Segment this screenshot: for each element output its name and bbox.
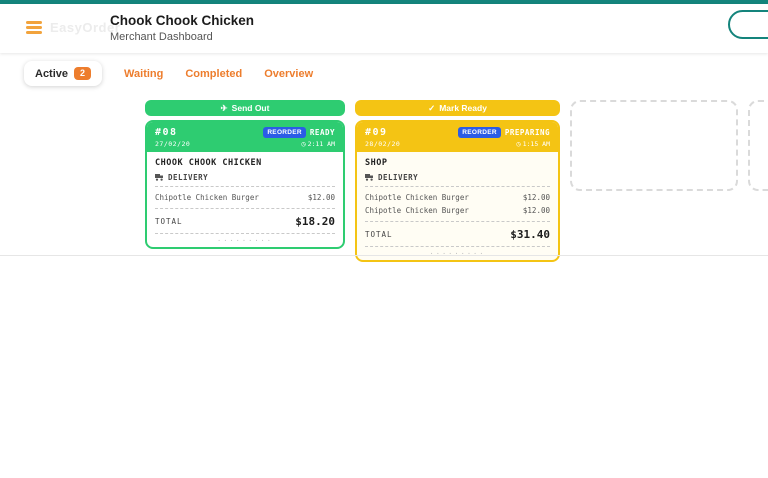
order-column-09: ✓ Mark Ready #09 REORDER PREPARING 28/02… [355, 100, 560, 262]
page-title: Chook Chook Chicken [110, 13, 255, 28]
header-corner-button[interactable] [728, 10, 768, 39]
total-label: TOTAL [155, 217, 183, 226]
order-item: Chipotle Chicken Burger $12.00 [365, 191, 550, 204]
vendor-name: SHOP [365, 158, 388, 168]
section-divider [0, 255, 768, 256]
mark-ready-button[interactable]: ✓ Mark Ready [355, 100, 560, 116]
fulfillment-label: DELIVERY [378, 173, 419, 182]
order-card-body: CHOOK CHOOK CHICKEN DELIVERY Chipotle Ch… [147, 152, 343, 247]
order-number: #08 [155, 127, 178, 138]
hamburger-menu-icon[interactable] [26, 21, 42, 35]
order-card-body: SHOP DELIVERY Chipotle Chicken Burger $1… [357, 152, 558, 260]
send-icon: ✈ [220, 102, 228, 113]
header-title-block: Chook Chook Chicken Merchant Dashboard [110, 13, 254, 43]
order-status: READY [309, 128, 335, 137]
active-count-badge: 2 [74, 67, 92, 80]
tab-active[interactable]: Active 2 [24, 61, 103, 86]
reorder-badge: REORDER [263, 127, 306, 138]
clock-icon: ◷ [516, 140, 521, 148]
divider [155, 186, 335, 187]
item-name: Chipotle Chicken Burger [155, 193, 259, 202]
item-name: Chipotle Chicken Burger [365, 206, 469, 215]
page-subtitle: Merchant Dashboard [110, 31, 213, 43]
delivery-icon [155, 174, 163, 181]
tab-completed[interactable]: Completed [185, 68, 242, 80]
tab-overview[interactable]: Overview [264, 68, 313, 80]
tab-active-label: Active [35, 67, 69, 80]
total-row: TOTAL $31.40 [365, 226, 550, 242]
item-price: $12.00 [307, 193, 335, 202]
fulfillment-row: DELIVERY [365, 173, 550, 182]
order-card[interactable]: #09 REORDER PREPARING 28/02/20 ◷ 1:15 AM… [355, 120, 560, 262]
check-icon: ✓ [428, 102, 436, 113]
order-card-header: #09 REORDER PREPARING 28/02/20 ◷ 1:15 AM [357, 122, 558, 152]
divider [155, 233, 335, 234]
tab-bar: Active 2 Waiting Completed Overview [24, 61, 313, 86]
mark-ready-label: Mark Ready [439, 103, 487, 113]
divider [365, 246, 550, 247]
order-card[interactable]: #08 REORDER READY 27/02/20 ◷ 2:11 AM CHO… [145, 120, 345, 249]
order-card-header: #08 REORDER READY 27/02/20 ◷ 2:11 AM [147, 122, 343, 152]
order-date: 27/02/20 [155, 140, 191, 148]
total-row: TOTAL $18.20 [155, 213, 335, 229]
order-status: PREPARING [504, 128, 550, 137]
tab-waiting[interactable]: Waiting [124, 68, 163, 80]
divider [365, 221, 550, 222]
order-item: Chipotle Chicken Burger $12.00 [155, 191, 335, 204]
empty-order-slot [570, 100, 738, 191]
divider [155, 208, 335, 209]
order-column-08: ✈ Send Out #08 REORDER READY 27/02/20 ◷ … [145, 100, 345, 249]
total-value: $18.20 [295, 215, 335, 228]
app-header: EasyOrder Chook Chook Chicken Merchant D… [0, 4, 768, 53]
item-name: Chipotle Chicken Burger [365, 193, 469, 202]
item-price: $12.00 [522, 206, 550, 215]
vendor-name: CHOOK CHOOK CHICKEN [155, 158, 262, 168]
delivery-icon [365, 174, 373, 181]
order-date: 28/02/20 [365, 140, 401, 148]
perforation-dots: ········· [429, 250, 486, 258]
send-out-button[interactable]: ✈ Send Out [145, 100, 345, 116]
empty-order-slot [748, 100, 768, 191]
fulfillment-label: DELIVERY [168, 173, 209, 182]
order-item: Chipotle Chicken Burger $12.00 [365, 204, 550, 217]
divider [365, 186, 550, 187]
send-out-label: Send Out [231, 103, 270, 113]
orders-board: ✈ Send Out #08 REORDER READY 27/02/20 ◷ … [145, 100, 560, 262]
order-time: ◷ 2:11 AM [301, 140, 335, 148]
order-number: #09 [365, 127, 388, 138]
reorder-badge: REORDER [458, 127, 501, 138]
total-value: $31.40 [510, 228, 550, 241]
total-label: TOTAL [365, 230, 393, 239]
fulfillment-row: DELIVERY [155, 173, 335, 182]
item-price: $12.00 [522, 193, 550, 202]
order-time: ◷ 1:15 AM [516, 140, 550, 148]
clock-icon: ◷ [301, 140, 306, 148]
perforation-dots: ········· [217, 237, 273, 245]
